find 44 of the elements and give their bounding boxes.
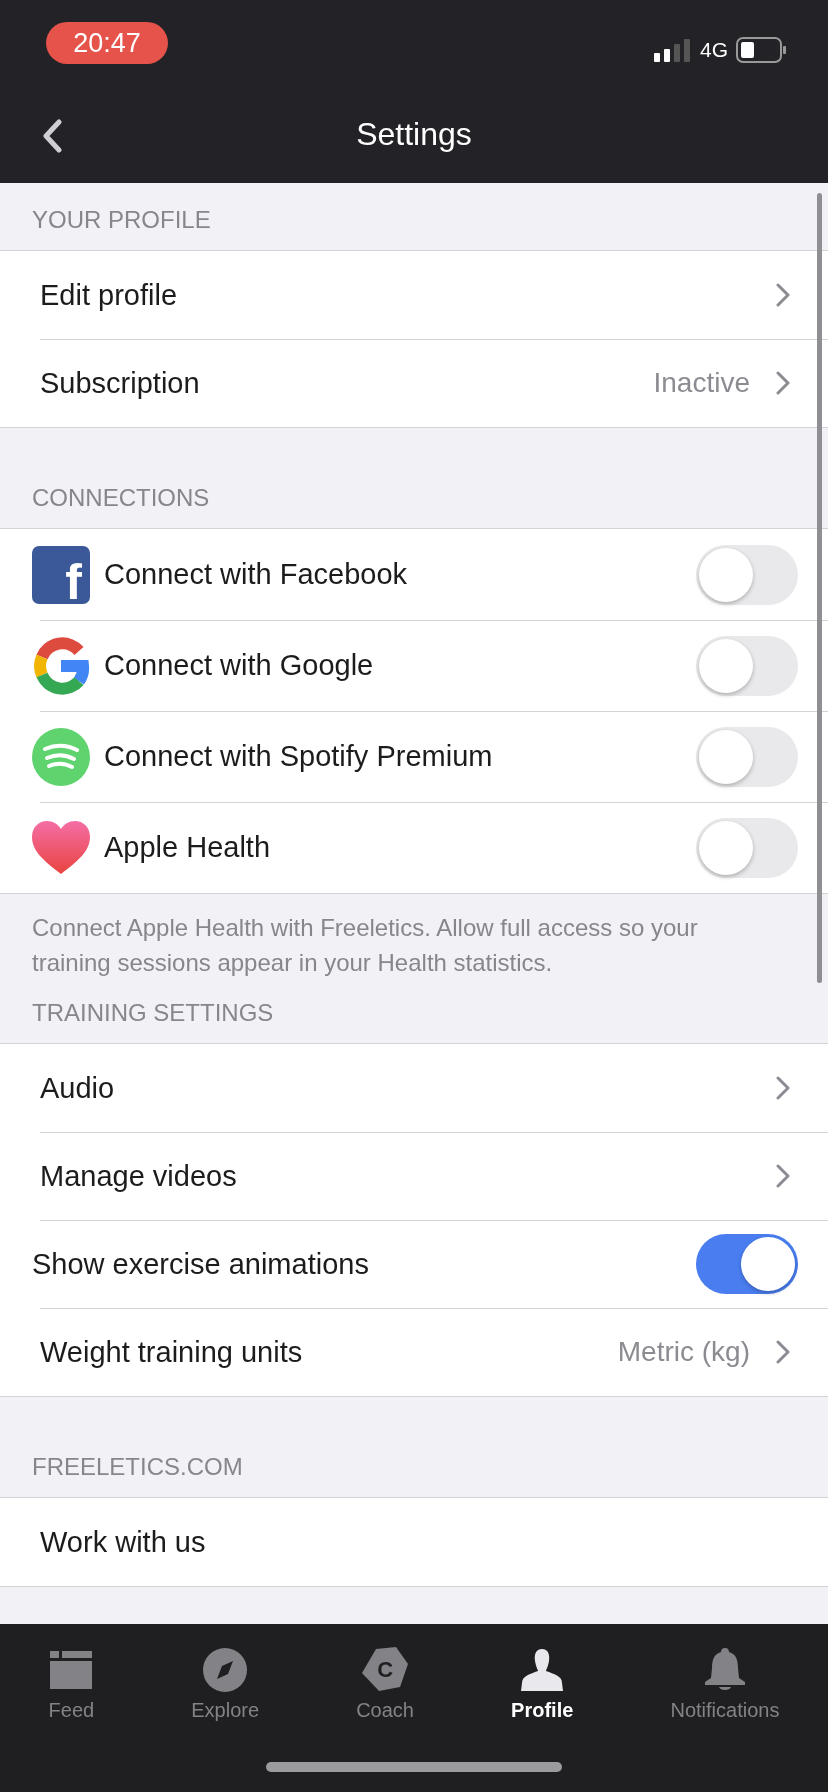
toggle-switch[interactable] [696, 1234, 798, 1294]
row-label: Connect with Google [103, 649, 375, 682]
sound-waves-icon [32, 727, 90, 786]
settings-row[interactable]: Edit profile [0, 251, 828, 339]
tab-item[interactable]: Feed [42, 1636, 101, 1722]
compass-icon [203, 1648, 248, 1692]
back-icon [41, 119, 63, 153]
row-value: Inactive [653, 367, 750, 399]
signal-icon [654, 38, 692, 62]
settings-row[interactable]: Audio [0, 1044, 828, 1132]
tab-item[interactable]: C Coach [350, 1636, 420, 1722]
tab-item[interactable]: Notifications [664, 1636, 786, 1722]
toggle-switch[interactable] [696, 635, 798, 696]
row-label: Show exercise animations [31, 1247, 370, 1281]
status-time: 20:47 [46, 22, 168, 64]
settings-row[interactable]: Weight training units Metric (kg) [0, 1308, 828, 1396]
tab-item[interactable]: Explore [185, 1636, 266, 1722]
f-logo-icon: f [32, 545, 90, 604]
settings-row[interactable]: Work with us [0, 1498, 828, 1586]
bell-icon [704, 1648, 745, 1692]
hexagon-c-icon: C [362, 1647, 409, 1693]
tab-item[interactable]: Profile [505, 1636, 580, 1722]
toggle-switch[interactable] [696, 726, 798, 787]
row-label: Connect with Spotify Premium [103, 740, 494, 773]
row-value: Metric (kg) [617, 1336, 750, 1368]
chevron-icon [776, 1076, 790, 1100]
settings-row[interactable]: Manage videos [0, 1132, 828, 1220]
toggle-switch[interactable] [696, 817, 798, 878]
chevron-icon [776, 371, 790, 395]
g-ring-icon [32, 636, 90, 695]
row-label: Connect with Facebook [103, 558, 409, 591]
chevron-icon [776, 1164, 790, 1188]
battery-icon [736, 37, 786, 63]
person-icon [521, 1649, 564, 1691]
toggle-switch[interactable] [696, 544, 798, 605]
feed-icon [50, 1651, 93, 1689]
network-label: 4G [700, 38, 728, 62]
screen-title: Settings [356, 116, 472, 153]
settings-row[interactable]: Subscription Inactive [0, 339, 828, 427]
chevron-icon [776, 283, 790, 307]
chevron-icon [776, 1340, 790, 1364]
section-footer-text: Connect Apple Health with Freeletics. Allow full access so your training sessions appear in your Health statistics. [31, 913, 699, 978]
heart-icon [32, 820, 90, 875]
row-label: Apple Health [103, 831, 272, 864]
